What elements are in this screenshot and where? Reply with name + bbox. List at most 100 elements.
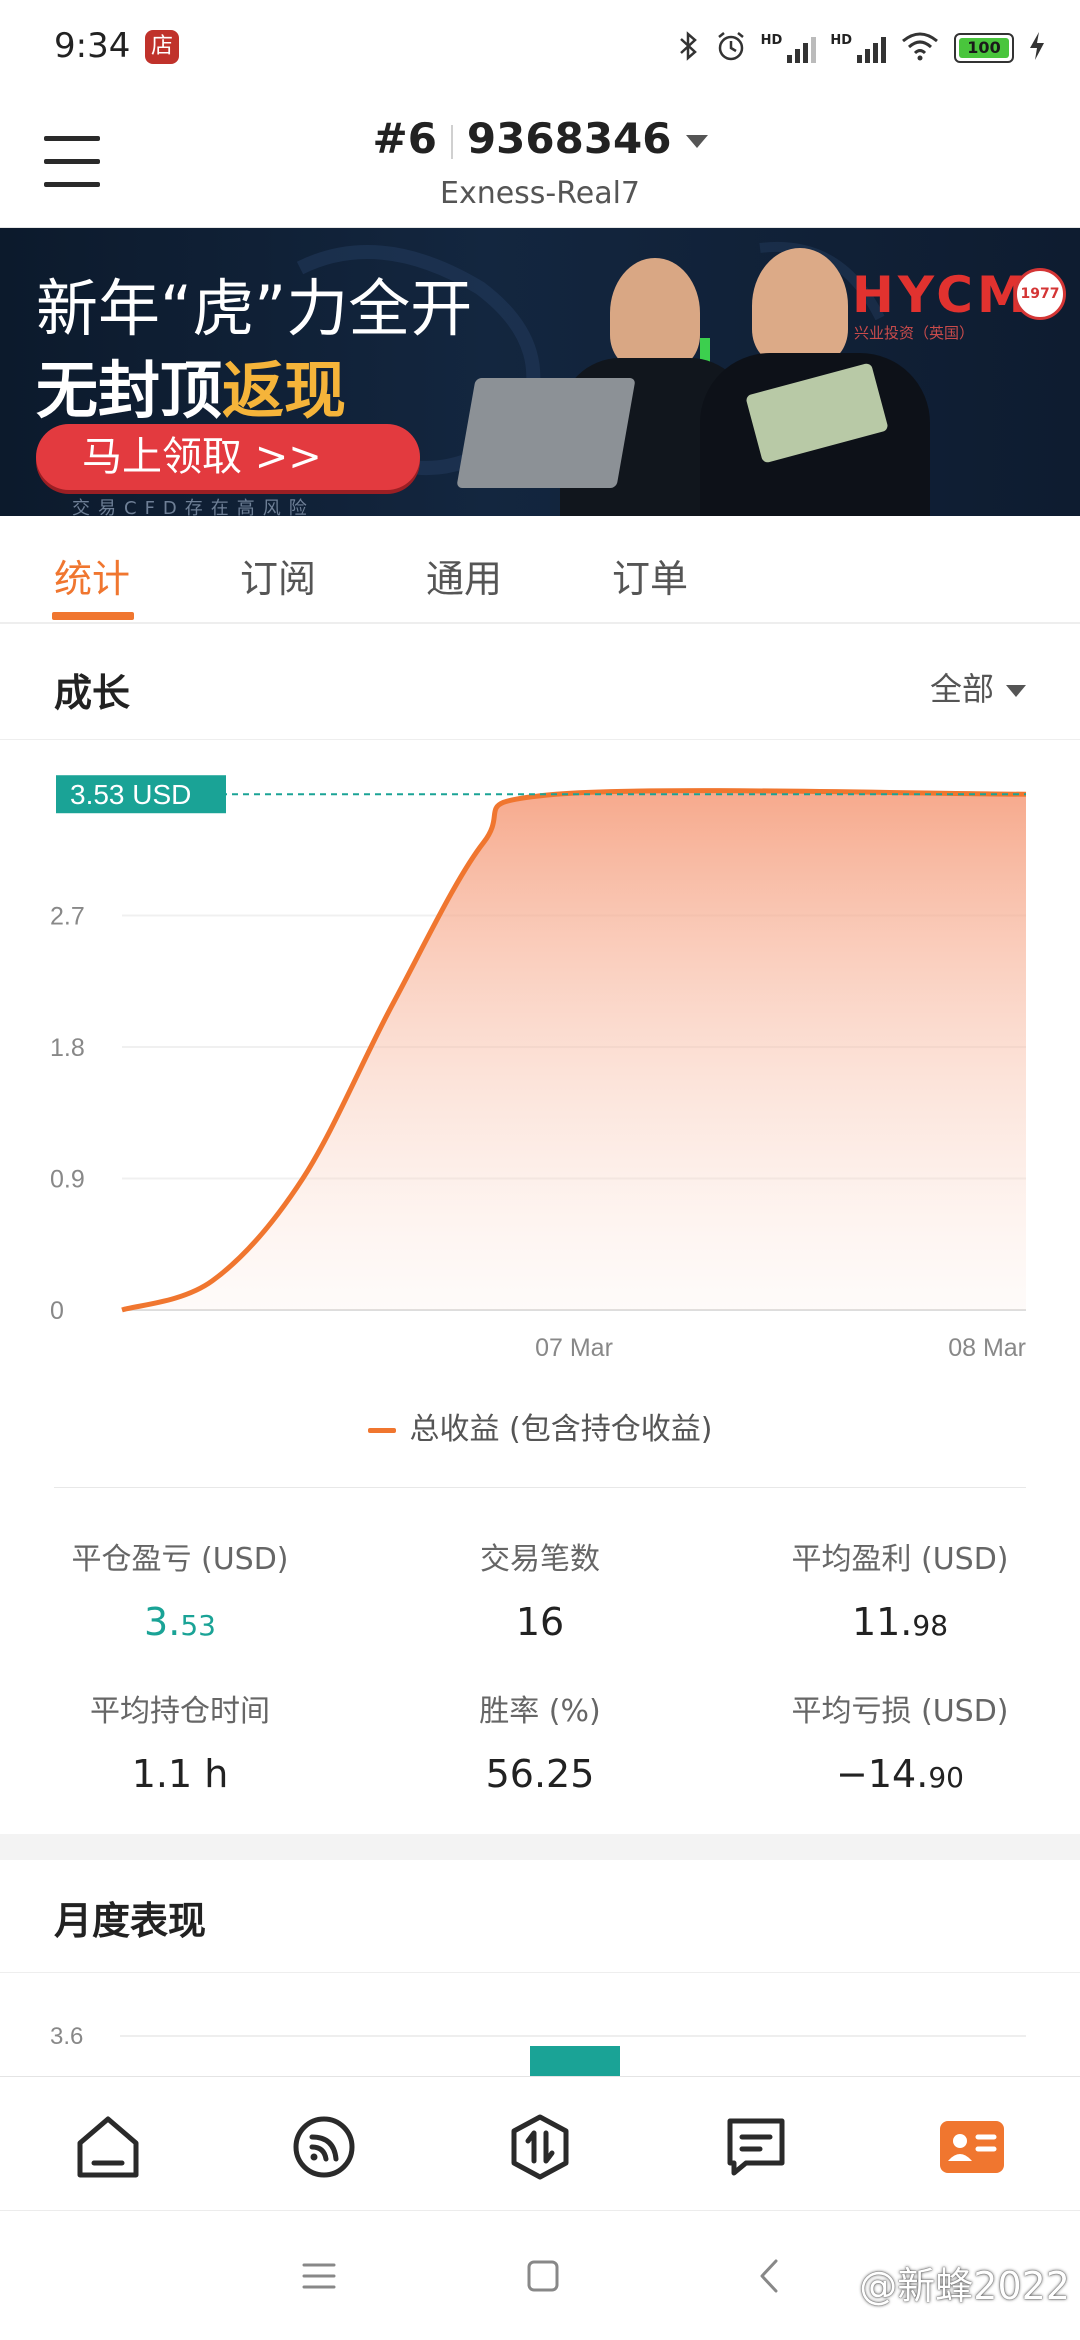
battery-icon: 100	[954, 33, 1014, 63]
section-divider	[0, 1972, 1080, 1973]
tab-statistics[interactable]: 统计	[54, 548, 130, 603]
stat-value: −14.90	[720, 1752, 1080, 1796]
monthly-y-tick: 3.6	[50, 2023, 83, 2050]
growth-section-header: 成长 全部	[0, 624, 1080, 740]
x-axis-tick: 08 Mar	[948, 1334, 1026, 1362]
growth-chart: 0 0.9 1.8 2.7 07 Mar 08 Mar 3.53 USD	[0, 740, 1080, 1480]
banner-subheadline-text: 无封顶	[36, 354, 223, 427]
status-icons: HD HD 100	[677, 24, 1046, 72]
account-selector[interactable]: #6 9368346	[0, 114, 1080, 163]
bluetooth-icon	[677, 30, 701, 67]
monthly-title: 月度表现	[54, 1899, 207, 1943]
back-icon[interactable]	[746, 2251, 796, 2301]
seal-icon: 1977	[1014, 268, 1066, 320]
battery-level: 100	[959, 38, 1009, 58]
stat-label: 胜率 (%)	[479, 1694, 601, 1729]
chevron-down-icon	[685, 135, 708, 148]
monthly-bar	[530, 2046, 620, 2076]
growth-filter-label: 全部	[929, 670, 994, 708]
growth-area	[122, 790, 1026, 1310]
monthly-chart: 3.6	[0, 2000, 1080, 2076]
account-card-icon[interactable]	[932, 2107, 1012, 2187]
home-nav-icon[interactable]	[518, 2251, 568, 2301]
section-gap	[0, 1834, 1080, 1860]
wifi-icon	[900, 31, 940, 66]
y-axis-tick: 0	[50, 1297, 64, 1325]
banner-risk-note: 交易CFD存在高风险	[72, 498, 315, 516]
stat-avg-profit: 平均盈利 (USD) 11.98	[720, 1534, 1080, 1644]
section-divider	[54, 1487, 1026, 1488]
app-header: #6 9368346 Exness-Real7	[0, 96, 1080, 228]
growth-chart-svg: 0 0.9 1.8 2.7 07 Mar 08 Mar 3.53 USD	[50, 775, 1027, 1362]
stat-value-main: 56.25	[485, 1752, 595, 1796]
alarm-icon	[715, 30, 747, 67]
stat-label: 平均持仓时间	[90, 1694, 270, 1729]
stat-value: 56.25	[360, 1752, 720, 1796]
tab-bar: 统计 订阅 通用 订单	[0, 516, 1080, 624]
stat-avg-loss: 平均亏损 (USD) −14.90	[720, 1686, 1080, 1796]
banner-cta-button[interactable]: 马上领取 >>	[36, 424, 420, 490]
account-separator	[450, 124, 453, 159]
stat-value-main: 16	[515, 1600, 565, 1644]
account-number: 9368346	[466, 114, 672, 163]
y-axis-tick: 0.9	[50, 1166, 85, 1194]
stat-avg-hold-time: 平均持仓时间 1.1 h	[0, 1686, 360, 1796]
y-axis-tick: 2.7	[50, 903, 85, 931]
chevron-down-icon	[1006, 685, 1026, 697]
banner-subheadline: 无封顶返现	[36, 340, 346, 430]
stat-value: 1.1 h	[0, 1752, 360, 1796]
banner-headline: 新年“虎”力全开	[36, 272, 473, 345]
system-nav-bar: @新蜂2022	[0, 2210, 1080, 2340]
stat-value-main: −14.	[836, 1752, 929, 1796]
store-badge-icon: 店	[145, 30, 179, 64]
tab-orders[interactable]: 订单	[612, 548, 688, 603]
stat-label: 平仓盈亏 (USD)	[71, 1542, 289, 1577]
person-2-image	[752, 248, 848, 364]
legend-swatch	[367, 1428, 396, 1433]
brand-subtitle: 兴业投资（英国）	[854, 324, 975, 342]
x-axis-tick: 07 Mar	[535, 1334, 613, 1362]
bottom-nav	[0, 2076, 1080, 2210]
status-time: 9:34	[54, 26, 131, 66]
home-icon[interactable]	[68, 2107, 148, 2187]
tab-subscribe[interactable]: 订阅	[240, 548, 316, 603]
status-bar: 9:34 店 HD HD 100	[0, 0, 1080, 96]
tab-general[interactable]: 通用	[426, 548, 502, 603]
growth-filter-dropdown[interactable]: 全部	[930, 664, 1026, 710]
laptop-image	[456, 378, 636, 488]
stat-value-main: 11.	[851, 1600, 913, 1644]
stat-value-main: 3.	[144, 1600, 181, 1644]
current-value-tag-label: 3.53 USD	[70, 779, 191, 810]
watermark: @新蜂2022	[859, 2264, 1070, 2308]
growth-title: 成长	[54, 671, 131, 715]
monthly-chart-svg: 3.6	[50, 2023, 1026, 2076]
recent-apps-icon[interactable]	[294, 2251, 344, 2301]
signal-2-icon: HD	[830, 33, 886, 63]
chart-legend: 总收益 (包含持仓收益)	[0, 1404, 1080, 1448]
signal-1-icon: HD	[761, 33, 817, 63]
stat-value-decimal: 53	[180, 1609, 216, 1642]
stat-closed-pnl: 平仓盈亏 (USD) 3.53	[0, 1534, 360, 1644]
banner-highlight: 返现	[222, 354, 347, 427]
account-prefix: #6	[372, 114, 437, 163]
stat-value-decimal: 98	[912, 1609, 949, 1642]
stat-value-decimal: 90	[928, 1761, 964, 1794]
promo-banner[interactable]: 新年“虎”力全开 无封顶返现 马上领取 >> 交易CFD存在高风险 HYCM 兴…	[0, 228, 1080, 516]
signals-icon[interactable]	[284, 2107, 364, 2187]
stat-value: 3.53	[0, 1600, 360, 1644]
stat-value: 16	[360, 1600, 720, 1644]
stat-trade-count: 交易笔数 16	[360, 1534, 720, 1644]
y-axis-tick: 1.8	[50, 1034, 85, 1062]
messages-icon[interactable]	[716, 2107, 796, 2187]
stat-label: 平均盈利 (USD)	[791, 1542, 1009, 1577]
stat-value-main: 1.1 h	[131, 1752, 229, 1796]
stat-value: 11.98	[720, 1600, 1080, 1644]
charging-icon	[1028, 31, 1046, 66]
person-1-image	[610, 258, 700, 368]
stat-label: 平均亏损 (USD)	[791, 1694, 1009, 1729]
legend-label: 总收益 (包含持仓收益)	[409, 1412, 713, 1447]
stat-label: 交易笔数	[480, 1542, 600, 1577]
server-name: Exness-Real7	[439, 176, 641, 211]
stat-win-rate: 胜率 (%) 56.25	[360, 1686, 720, 1796]
trade-icon[interactable]	[500, 2107, 580, 2187]
